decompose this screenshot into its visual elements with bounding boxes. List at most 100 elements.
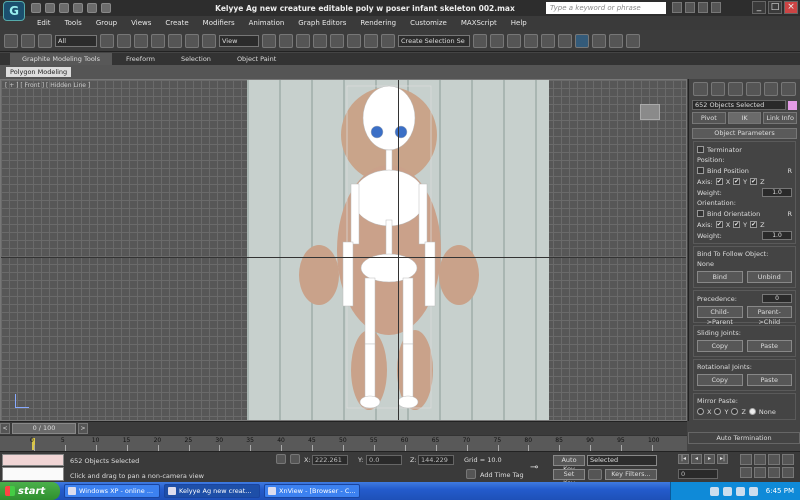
set-keys-icon[interactable] bbox=[588, 469, 602, 480]
menu-help[interactable]: Help bbox=[504, 16, 534, 30]
orientation-axis-x-checkbox[interactable] bbox=[715, 221, 723, 228]
parent-child-button[interactable]: Parent->Child bbox=[746, 306, 792, 326]
key-filters-button[interactable]: Key Filters... bbox=[605, 469, 657, 480]
selection-name-field[interactable]: 652 Objects Selected bbox=[692, 100, 797, 110]
select-object-icon[interactable] bbox=[100, 33, 114, 48]
time-slider[interactable]: < 0 / 100 > bbox=[0, 421, 687, 435]
rectangular-selection-icon[interactable] bbox=[134, 33, 148, 48]
rotate-icon[interactable] bbox=[185, 33, 199, 48]
mirror-x-radio[interactable] bbox=[697, 408, 704, 415]
project-folder-icon[interactable] bbox=[101, 3, 111, 13]
viewcube-icon[interactable] bbox=[640, 104, 660, 120]
mirror-z-radio[interactable] bbox=[731, 408, 739, 415]
zoom-extents-all-icon[interactable] bbox=[782, 454, 794, 465]
material-editor-icon[interactable] bbox=[575, 33, 589, 48]
r-button[interactable]: R bbox=[787, 210, 792, 218]
bind-button[interactable]: Bind bbox=[697, 271, 743, 283]
time-slider-thumb[interactable]: 0 / 100 bbox=[12, 423, 76, 434]
sliding-copy-button[interactable]: Copy bbox=[697, 340, 743, 352]
taskbar-item-3dsmax[interactable]: Kelyye Ag new creat... bbox=[164, 484, 260, 498]
mirror-icon[interactable] bbox=[473, 33, 487, 48]
menu-create[interactable]: Create bbox=[158, 16, 195, 30]
menu-edit[interactable]: Edit bbox=[30, 16, 58, 30]
app-logo-icon[interactable]: G bbox=[3, 1, 25, 21]
tab-graphite-modeling-tools[interactable]: Graphite Modeling Tools bbox=[10, 53, 113, 65]
key-icon[interactable]: ⊸ bbox=[530, 462, 538, 473]
taskbar-item-xnview[interactable]: XnView - [Browser - C... bbox=[264, 484, 360, 498]
render-production-icon[interactable] bbox=[626, 33, 640, 48]
absolute-mode-icon[interactable] bbox=[290, 454, 300, 464]
precedence-spinner[interactable]: 0 bbox=[762, 294, 792, 303]
tray-network-icon[interactable] bbox=[709, 486, 719, 496]
graphite-toggle-icon[interactable] bbox=[524, 33, 538, 48]
taskbar-item-browser[interactable]: Windows XP - online ... bbox=[64, 484, 160, 498]
maxscript-listener-mini[interactable] bbox=[2, 454, 64, 466]
new-file-icon[interactable] bbox=[31, 3, 41, 13]
orientation-weight-spinner[interactable]: 1.0 bbox=[762, 231, 792, 240]
schematic-view-icon[interactable] bbox=[558, 33, 572, 48]
mirror-none-radio[interactable] bbox=[748, 408, 756, 415]
pivot-center-icon[interactable] bbox=[262, 33, 276, 48]
terminator-checkbox[interactable] bbox=[697, 146, 704, 153]
tab-link-info[interactable]: Link Info bbox=[763, 112, 798, 124]
object-color-swatch[interactable] bbox=[788, 101, 797, 110]
time-tag-icon[interactable] bbox=[466, 469, 476, 479]
sliding-paste-button[interactable]: Paste bbox=[746, 340, 792, 352]
tray-update-icon[interactable] bbox=[748, 486, 758, 496]
previous-frame-icon[interactable]: ◂ bbox=[691, 454, 702, 464]
menu-views[interactable]: Views bbox=[124, 16, 158, 30]
close-button[interactable]: × bbox=[784, 1, 798, 14]
position-axis-x-checkbox[interactable] bbox=[715, 178, 723, 185]
bind-space-warp-icon[interactable] bbox=[38, 33, 52, 48]
tray-security-icon[interactable] bbox=[735, 486, 745, 496]
auto-key-button[interactable]: Auto Key bbox=[553, 455, 585, 473]
z-coordinate-field[interactable]: 144.229 bbox=[418, 455, 454, 465]
search-input[interactable]: Type a keyword or phrase bbox=[546, 2, 666, 14]
bind-position-checkbox[interactable] bbox=[697, 167, 704, 174]
key-mode-select[interactable]: Selected bbox=[587, 455, 657, 466]
menu-maxscript[interactable]: MAXScript bbox=[454, 16, 504, 30]
bind-orientation-checkbox[interactable] bbox=[697, 210, 704, 217]
undo-icon[interactable] bbox=[73, 3, 83, 13]
align-icon[interactable] bbox=[490, 33, 504, 48]
prev-frame-arrow[interactable]: < bbox=[0, 423, 10, 434]
start-button[interactable]: start bbox=[0, 482, 60, 500]
tray-volume-icon[interactable] bbox=[722, 486, 732, 496]
menu-tools[interactable]: Tools bbox=[58, 16, 89, 30]
unbind-button[interactable]: Unbind bbox=[746, 271, 792, 283]
angle-snap-icon[interactable] bbox=[330, 33, 344, 48]
object-parameters-rollout[interactable]: Object Parameters bbox=[692, 128, 797, 139]
hierarchy-tab-icon[interactable] bbox=[728, 82, 744, 96]
orientation-axis-y-checkbox[interactable] bbox=[733, 221, 741, 228]
x-coordinate-field[interactable]: 222.261 bbox=[312, 455, 348, 465]
open-file-icon[interactable] bbox=[45, 3, 55, 13]
move-icon[interactable] bbox=[168, 33, 182, 48]
menu-modifiers[interactable]: Modifiers bbox=[196, 16, 242, 30]
utilities-tab-icon[interactable] bbox=[781, 82, 797, 96]
selection-lock-icon[interactable] bbox=[276, 454, 286, 464]
menu-group[interactable]: Group bbox=[89, 16, 124, 30]
tab-freeform[interactable]: Freeform bbox=[114, 53, 167, 65]
help-icon[interactable] bbox=[711, 2, 721, 13]
maxscript-input[interactable] bbox=[2, 467, 64, 481]
binoculars-icon[interactable] bbox=[672, 2, 682, 13]
redo-icon[interactable] bbox=[87, 3, 97, 13]
minimize-button[interactable]: _ bbox=[752, 1, 766, 14]
select-manipulate-icon[interactable] bbox=[279, 33, 293, 48]
tab-selection[interactable]: Selection bbox=[169, 53, 223, 65]
pan-icon[interactable] bbox=[754, 467, 766, 478]
maximize-button[interactable]: □ bbox=[768, 1, 782, 14]
add-time-tag-button[interactable]: Add Time Tag bbox=[480, 471, 524, 479]
maximize-viewport-icon[interactable] bbox=[782, 467, 794, 478]
child-parent-button[interactable]: Child->Parent bbox=[697, 306, 743, 326]
star-icon[interactable] bbox=[685, 2, 695, 13]
layer-manager-icon[interactable] bbox=[507, 33, 521, 48]
rotational-copy-button[interactable]: Copy bbox=[697, 374, 743, 386]
set-key-button[interactable]: Set Key bbox=[553, 469, 585, 487]
track-bar[interactable]: 0 5 10 15 20 25 30 35 40 45 50 55 60 65 70 75 80 85 90 95 10… bbox=[0, 435, 687, 451]
auto-termination-rollout[interactable]: Auto Termination bbox=[688, 432, 800, 444]
field-of-view-icon[interactable] bbox=[740, 467, 752, 478]
viewport-label[interactable]: [ + ] [ Front ] [ Hidden Line ] bbox=[5, 82, 90, 89]
next-frame-icon[interactable]: ▸| bbox=[717, 454, 728, 464]
tab-pivot[interactable]: Pivot bbox=[692, 112, 726, 124]
